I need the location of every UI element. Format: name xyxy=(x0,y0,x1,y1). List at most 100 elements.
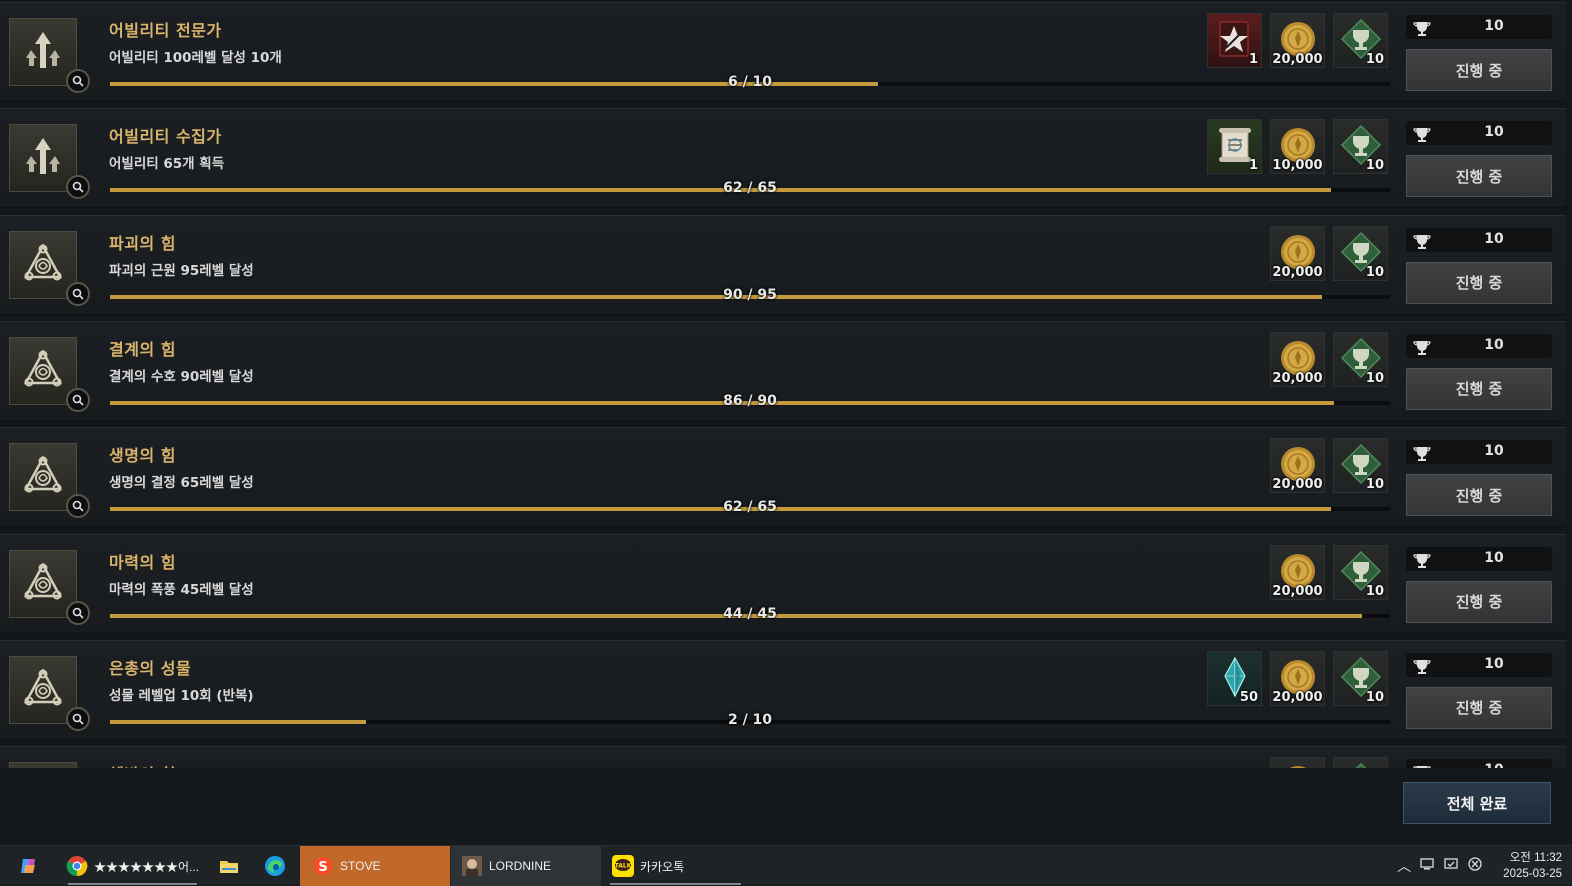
reward-item[interactable]: 20,000 xyxy=(1270,438,1325,494)
reward-item[interactable]: 10 xyxy=(1333,544,1388,600)
reward-quantity: 10 xyxy=(1365,158,1384,174)
points-value: 10 xyxy=(1484,336,1504,353)
reward-item[interactable]: 10 xyxy=(1333,13,1388,68)
achievement-title: 은총의 성물 xyxy=(109,658,192,678)
reward-item[interactable]: 20,000 xyxy=(1270,650,1325,706)
achievement-title: 어빌리티 수집가 xyxy=(109,127,222,147)
reward-list: 20,000 10 xyxy=(1270,225,1388,281)
stove-taskbar-button[interactable]: S STOVE xyxy=(300,846,450,886)
volume-muted-icon[interactable] xyxy=(1467,856,1483,876)
reward-item[interactable]: 10 xyxy=(1333,650,1388,706)
chrome-icon xyxy=(66,855,88,877)
magnifier-icon[interactable] xyxy=(66,387,90,412)
reward-item[interactable]: 50 xyxy=(1207,650,1262,706)
triangle-emblem-icon xyxy=(21,453,65,501)
achievement-list: 어빌리티 전문가 어빌리티 100레벨 달성 10개 6 / 10 1 20,0… xyxy=(0,0,1568,768)
reward-item[interactable]: 10 xyxy=(1333,438,1388,494)
trophy-icon xyxy=(1409,761,1431,768)
reward-list: 20,000 10 xyxy=(1270,331,1388,387)
status-button[interactable]: 진행 중 xyxy=(1406,261,1552,304)
chevron-up-icon[interactable]: ︿ xyxy=(1397,856,1411,876)
reward-item[interactable] xyxy=(1270,757,1325,768)
trophy-icon xyxy=(1409,549,1431,569)
achievement-description: 어빌리티 65개 획득 xyxy=(109,156,225,173)
status-button[interactable]: 진행 중 xyxy=(1406,580,1552,623)
reward-item[interactable] xyxy=(1333,757,1388,768)
achievement-title: 파괴의 힘 xyxy=(109,233,176,253)
status-button[interactable]: 진행 중 xyxy=(1406,686,1552,729)
reward-quantity: 10 xyxy=(1365,370,1384,386)
reward-quantity: 20,000 xyxy=(1272,52,1323,67)
trophy-icon xyxy=(1409,123,1431,143)
chrome-taskbar-button[interactable]: ★★★★★★★어... xyxy=(60,846,205,886)
svg-text:S: S xyxy=(318,860,327,875)
reward-quantity: 20,000 xyxy=(1272,264,1323,280)
reward-quantity: 20,000 xyxy=(1272,689,1323,705)
reward-list: 50 20,000 10 xyxy=(1207,650,1388,706)
triangle-emblem-icon xyxy=(21,666,65,714)
display-icon[interactable] xyxy=(1443,856,1459,876)
magnifier-icon[interactable] xyxy=(66,600,90,625)
magnifier-icon[interactable] xyxy=(66,281,90,306)
network-icon[interactable] xyxy=(1419,856,1435,876)
triangle-emblem-icon xyxy=(21,347,65,395)
reward-quantity: 1 xyxy=(1248,52,1258,67)
status-button[interactable]: 진행 중 xyxy=(1406,474,1552,517)
file-explorer-taskbar-button[interactable] xyxy=(218,846,246,886)
achievement-points: 10 xyxy=(1406,652,1552,677)
achievement-points: 10 xyxy=(1406,227,1552,252)
kakaotalk-taskbar-button[interactable]: TALK 카카오톡 xyxy=(602,846,749,886)
achievement-description: 생명의 결정 65레벨 달성 xyxy=(109,475,254,492)
points-value: 10 xyxy=(1436,762,1552,768)
magnifier-icon[interactable] xyxy=(66,706,90,731)
reward-item[interactable]: 20,000 xyxy=(1270,544,1325,600)
achievement-points: 10 xyxy=(1406,121,1552,146)
reward-quantity: 10,000 xyxy=(1272,158,1323,174)
reward-item[interactable]: 10 xyxy=(1333,119,1388,175)
status-button[interactable]: 진행 중 xyxy=(1406,155,1552,198)
achievement-row: 결계의 힘 결계의 수호 90레벨 달성 86 / 90 20,000 10 1… xyxy=(0,320,1566,421)
magnifier-icon[interactable] xyxy=(66,175,90,200)
reward-item[interactable]: 20,000 xyxy=(1270,13,1325,68)
achievement-window: 어빌리티 전문가 어빌리티 100레벨 달성 10개 6 / 10 1 20,0… xyxy=(0,0,1572,840)
achievement-row: 파괴의 힘 파괴의 근원 95레벨 달성 90 / 95 20,000 10 1… xyxy=(0,214,1566,315)
reward-item[interactable]: 10,000 xyxy=(1270,119,1325,175)
reward-item[interactable]: 20,000 xyxy=(1270,331,1325,387)
reward-quantity: 10 xyxy=(1365,52,1384,67)
stove-taskbar-label: STOVE xyxy=(340,859,381,873)
status-button[interactable]: 진행 중 xyxy=(1406,367,1552,410)
magnifier-icon[interactable] xyxy=(66,494,90,519)
magnifier-icon[interactable] xyxy=(66,69,90,93)
reward-item[interactable]: 10 xyxy=(1333,225,1388,281)
reward-quantity: 20,000 xyxy=(1272,583,1323,599)
reward-item[interactable]: 20,000 xyxy=(1270,225,1325,281)
reward-list: 20,000 10 xyxy=(1270,544,1388,600)
status-button[interactable]: 진행 중 xyxy=(1406,49,1552,91)
progress-text: 62 / 65 xyxy=(723,180,777,197)
points-value: 10 xyxy=(1484,549,1504,566)
reward-quantity: 20,000 xyxy=(1272,477,1323,493)
reward-quantity: 1 xyxy=(1248,158,1258,174)
edge-icon xyxy=(264,855,286,877)
taskbar-clock[interactable]: 오전 11:32 2025-03-25 xyxy=(1503,850,1562,882)
windows-taskbar: ★★★★★★★어... S STOVE LORDNINE TALK 카카오톡 ︿ xyxy=(0,845,1572,886)
copilot-icon xyxy=(18,855,40,877)
points-value: 10 xyxy=(1484,655,1504,672)
achievement-row: 마력의 힘 마력의 폭풍 45레벨 달성 44 / 45 20,000 10 1… xyxy=(0,533,1566,634)
trophy-icon xyxy=(1409,655,1431,675)
achievement-description: 파괴의 근원 95레벨 달성 xyxy=(109,262,254,279)
edge-taskbar-button[interactable] xyxy=(264,846,292,886)
copilot-taskbar-button[interactable] xyxy=(18,846,46,886)
reward-item[interactable]: 10 xyxy=(1333,331,1388,387)
lordnine-taskbar-button[interactable]: LORDNINE xyxy=(451,846,601,886)
achievement-points: 10 xyxy=(1406,440,1552,465)
reward-item[interactable]: 1 xyxy=(1207,13,1262,68)
reward-list xyxy=(1270,757,1388,768)
points-value: 10 xyxy=(1484,124,1504,141)
achievement-row: 헤방의 힘 10 xyxy=(0,746,1566,768)
achievement-row: 생명의 힘 생명의 결정 65레벨 달성 62 / 65 20,000 10 1… xyxy=(0,427,1566,528)
triangle-emblem-icon xyxy=(21,560,65,608)
reward-item[interactable]: 1 xyxy=(1207,119,1262,175)
reward-quantity: 20,000 xyxy=(1272,370,1323,386)
complete-all-button[interactable]: 전체 완료 xyxy=(1403,782,1551,824)
